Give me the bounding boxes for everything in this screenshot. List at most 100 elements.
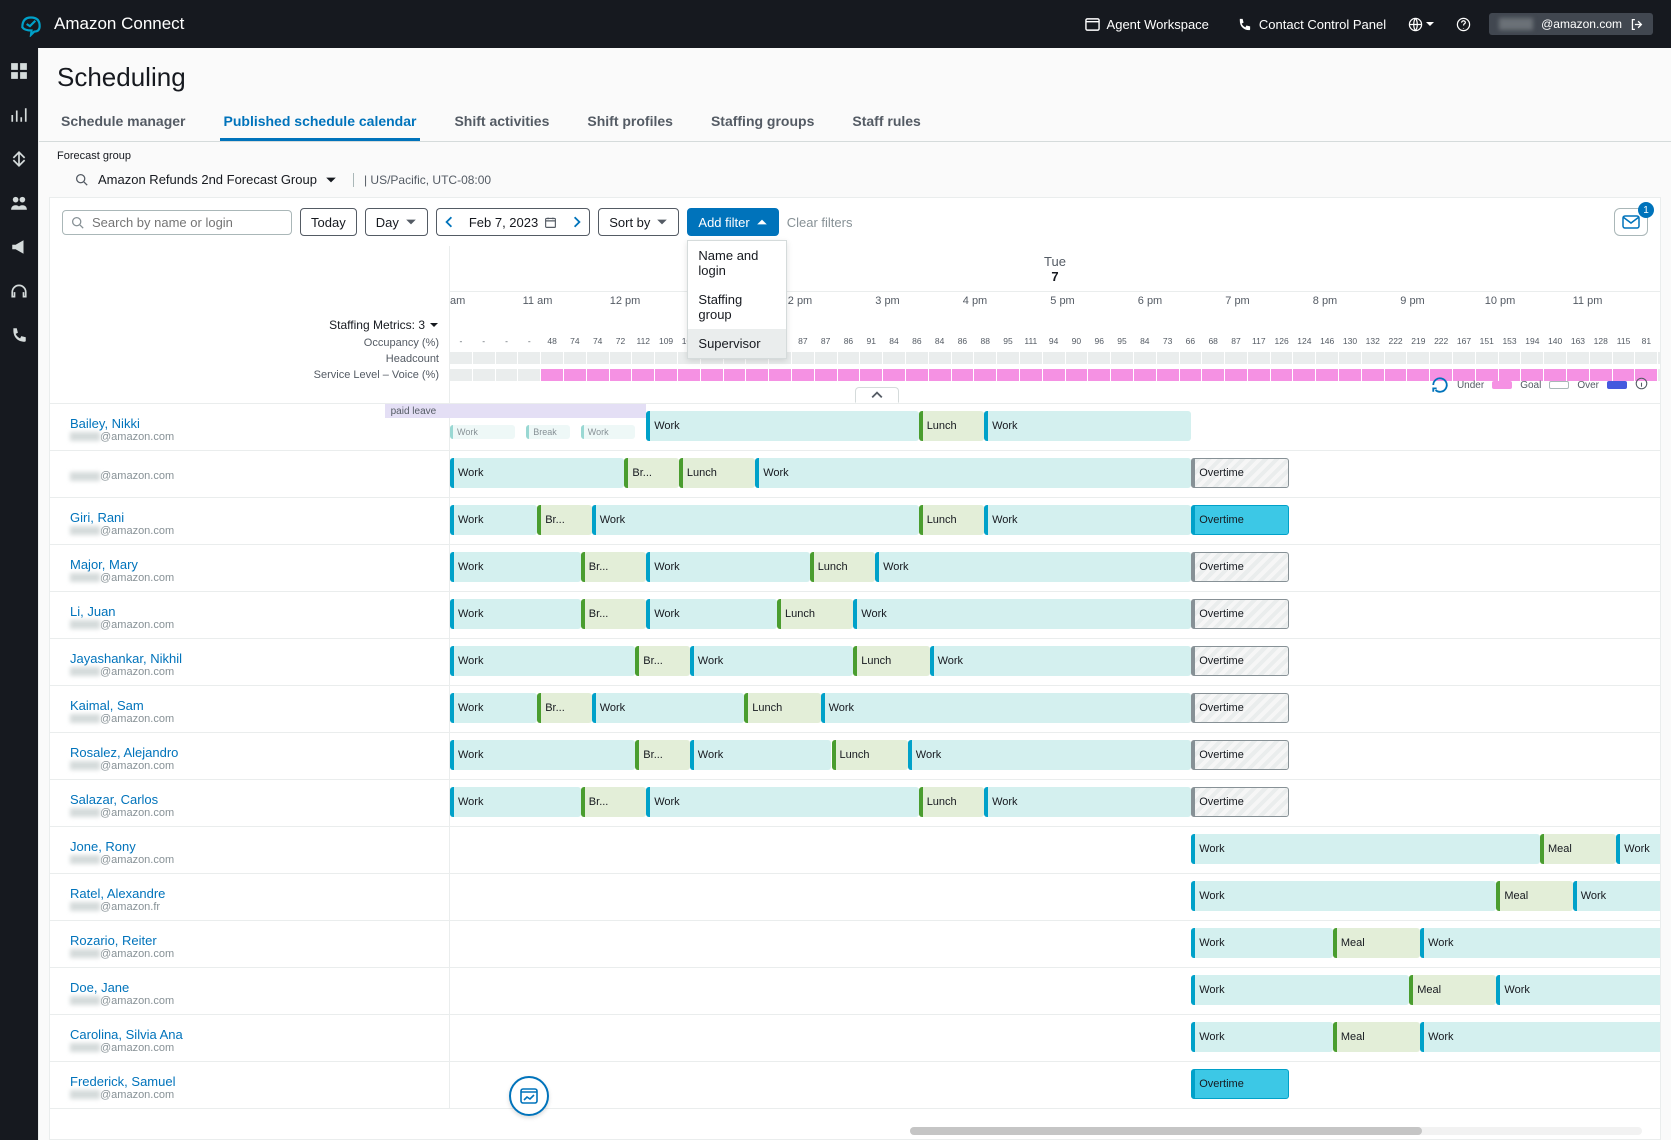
globe-menu[interactable] bbox=[1408, 17, 1434, 32]
shift-bar-break[interactable]: Br... bbox=[581, 787, 646, 817]
shift-bar-work[interactable]: Work bbox=[875, 552, 1191, 582]
shift-bar-ot[interactable]: Overtime bbox=[1191, 552, 1289, 582]
agent-workspace-link[interactable]: Agent Workspace bbox=[1085, 17, 1209, 32]
shift-bar-work[interactable]: Work bbox=[450, 599, 581, 629]
agent-name[interactable]: Major, Mary bbox=[70, 557, 439, 572]
shift-bar-break[interactable]: Br... bbox=[581, 552, 646, 582]
agent-name[interactable]: Frederick, Samuel bbox=[70, 1074, 439, 1089]
nav-dashboard-icon[interactable] bbox=[10, 62, 28, 80]
shift-bar-sml[interactable]: Work bbox=[450, 425, 515, 439]
info-icon[interactable] bbox=[1635, 377, 1648, 393]
filter-option-name-and-login[interactable]: Name and login bbox=[688, 241, 786, 285]
shift-bar-ot[interactable]: Overtime bbox=[1191, 646, 1289, 676]
shift-bar-work[interactable]: Work bbox=[1496, 975, 1660, 1005]
agent-name[interactable]: Giri, Rani bbox=[70, 510, 439, 525]
shift-bar-lunch[interactable]: Lunch bbox=[777, 599, 853, 629]
shift-bar-ot[interactable]: Overtime bbox=[1191, 740, 1289, 770]
shift-bar-work[interactable]: Work bbox=[450, 693, 537, 723]
refresh-button[interactable] bbox=[1431, 376, 1449, 394]
shift-bar-ot[interactable]: Overtime bbox=[1191, 599, 1289, 629]
collapse-metrics-button[interactable] bbox=[855, 387, 899, 403]
nav-phone-icon[interactable] bbox=[10, 326, 28, 344]
nav-users-icon[interactable] bbox=[10, 194, 28, 212]
shift-bar-work[interactable]: Work bbox=[755, 458, 1191, 488]
metrics-title[interactable]: Staffing Metrics: 3 bbox=[329, 318, 439, 332]
shift-bar-meal[interactable]: Meal bbox=[1333, 1022, 1420, 1052]
shift-bar-work[interactable]: Work bbox=[450, 458, 624, 488]
next-day-button[interactable] bbox=[565, 208, 590, 236]
shift-bar-work[interactable]: Work bbox=[1191, 975, 1409, 1005]
filter-option-staffing-group[interactable]: Staffing group bbox=[688, 285, 786, 329]
shift-bar-work[interactable]: Work bbox=[646, 599, 777, 629]
shift-bar-work[interactable]: Work bbox=[1191, 928, 1333, 958]
shift-bar-meal[interactable]: Meal bbox=[1409, 975, 1496, 1005]
nav-announce-icon[interactable] bbox=[10, 238, 28, 256]
shift-bar-work[interactable]: Work bbox=[1573, 881, 1660, 911]
shift-bar-meal[interactable]: Meal bbox=[1540, 834, 1616, 864]
shift-bar-work[interactable]: Work bbox=[984, 505, 1191, 535]
agent-name[interactable]: Jayashankar, Nikhil bbox=[70, 651, 439, 666]
tab-schedule-manager[interactable]: Schedule manager bbox=[57, 103, 190, 141]
tab-staffing-groups[interactable]: Staffing groups bbox=[707, 103, 818, 141]
shift-bar-lunch[interactable]: Lunch bbox=[919, 505, 984, 535]
filter-option-supervisor[interactable]: Supervisor bbox=[688, 329, 786, 358]
shift-bar-sml[interactable]: Work bbox=[581, 425, 636, 439]
agent-name[interactable]: Salazar, Carlos bbox=[70, 792, 439, 807]
nav-headset-icon[interactable] bbox=[10, 282, 28, 300]
shift-bar-work[interactable]: Work bbox=[1420, 928, 1660, 958]
shift-bar-lunch[interactable]: Lunch bbox=[919, 411, 984, 441]
tab-staff-rules[interactable]: Staff rules bbox=[848, 103, 924, 141]
shift-bar-work[interactable]: Work bbox=[450, 552, 581, 582]
shift-bar-ot-blue[interactable]: Overtime bbox=[1191, 1069, 1289, 1099]
shift-bar-ot[interactable]: Overtime bbox=[1191, 693, 1289, 723]
inbox-button[interactable]: 1 bbox=[1614, 208, 1648, 236]
shift-bar-work[interactable]: Work bbox=[853, 599, 1191, 629]
shift-bar-work[interactable]: Work bbox=[646, 552, 810, 582]
shift-bar-work[interactable]: Work bbox=[984, 787, 1191, 817]
shift-bar-work[interactable]: Work bbox=[450, 646, 635, 676]
shift-bar-lunch[interactable]: Lunch bbox=[832, 740, 908, 770]
shift-bar-work[interactable]: Work bbox=[592, 505, 919, 535]
agent-name[interactable]: Doe, Jane bbox=[70, 980, 439, 995]
nav-analytics-icon[interactable] bbox=[10, 106, 28, 124]
tab-shift-profiles[interactable]: Shift profiles bbox=[583, 103, 677, 141]
agent-name[interactable]: Rosalez, Alejandro bbox=[70, 745, 439, 760]
shift-bar-lunch[interactable]: Lunch bbox=[919, 787, 984, 817]
agent-name[interactable]: Li, Juan bbox=[70, 604, 439, 619]
shift-bar-work[interactable]: Work bbox=[592, 693, 745, 723]
agent-name[interactable]: Kaimal, Sam bbox=[70, 698, 439, 713]
shift-bar-lunch[interactable]: Lunch bbox=[853, 646, 929, 676]
shift-bar-sml[interactable]: Break bbox=[526, 425, 570, 439]
shift-bar-work[interactable]: Work bbox=[1191, 834, 1540, 864]
tab-shift-activities[interactable]: Shift activities bbox=[450, 103, 553, 141]
help-icon-button[interactable] bbox=[1456, 17, 1471, 32]
shift-bar-work[interactable]: Work bbox=[690, 740, 832, 770]
ccp-link[interactable]: Contact Control Panel bbox=[1237, 17, 1386, 32]
shift-bar-work[interactable]: Work bbox=[450, 787, 581, 817]
agent-name[interactable]: Rozario, Reiter bbox=[70, 933, 439, 948]
date-picker[interactable]: Feb 7, 2023 bbox=[461, 208, 565, 236]
agent-name[interactable]: Ratel, Alexandre bbox=[70, 886, 439, 901]
shift-bar-ot-blue[interactable]: Overtime bbox=[1191, 505, 1289, 535]
shift-bar-break[interactable]: Br... bbox=[624, 458, 679, 488]
add-filter-button[interactable]: Add filter bbox=[687, 208, 778, 236]
shift-bar-work[interactable]: Work bbox=[1191, 881, 1496, 911]
nav-routing-icon[interactable] bbox=[10, 150, 28, 168]
today-button[interactable]: Today bbox=[300, 208, 357, 236]
tab-published-schedule-calendar[interactable]: Published schedule calendar bbox=[220, 103, 421, 141]
shift-bar-work[interactable]: Work bbox=[1191, 1022, 1333, 1052]
shift-bar-lunch[interactable]: Lunch bbox=[744, 693, 820, 723]
sort-select[interactable]: Sort by bbox=[598, 208, 679, 236]
shift-bar-work[interactable]: Work bbox=[1420, 1022, 1660, 1052]
agent-name[interactable]: Carolina, Silvia Ana bbox=[70, 1027, 439, 1042]
clear-filters-link[interactable]: Clear filters bbox=[787, 215, 853, 230]
shift-bar-work[interactable]: Work bbox=[984, 411, 1191, 441]
shift-bar-meal[interactable]: Meal bbox=[1496, 881, 1572, 911]
shift-bar-pl[interactable]: paid leave bbox=[385, 404, 647, 418]
shift-bar-ot[interactable]: Overtime bbox=[1191, 787, 1289, 817]
agent-name[interactable]: Jone, Rony bbox=[70, 839, 439, 854]
horizontal-scrollbar[interactable] bbox=[910, 1127, 1642, 1135]
shift-bar-break[interactable]: Br... bbox=[635, 646, 690, 676]
span-select[interactable]: Day bbox=[365, 208, 428, 236]
shift-bar-break[interactable]: Br... bbox=[537, 693, 592, 723]
